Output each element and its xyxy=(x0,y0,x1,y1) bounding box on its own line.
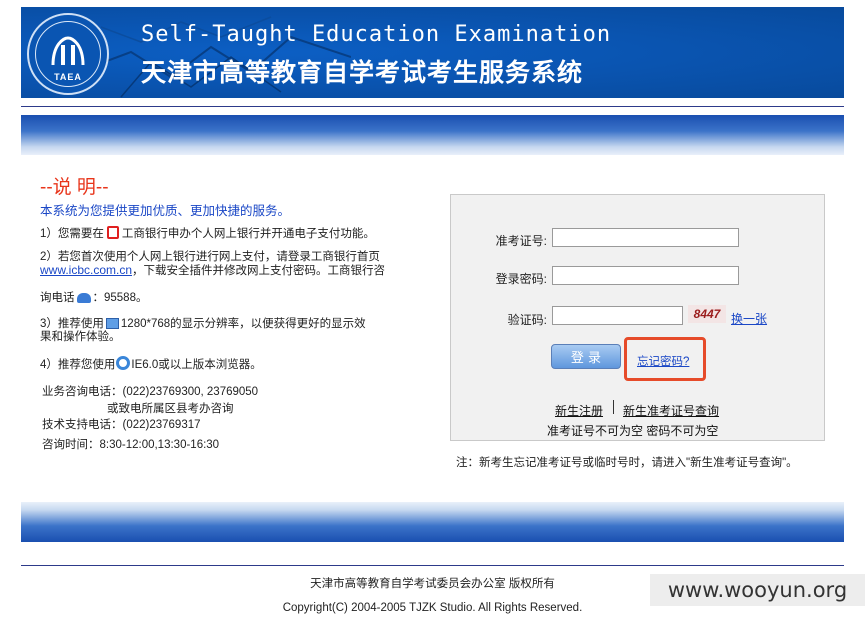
password-label: 登录密码: xyxy=(495,272,547,286)
logo-abbr: TAEA xyxy=(54,72,82,82)
site-title-en: Self-Taught Education Examination xyxy=(141,22,612,47)
refresh-captcha-link[interactable]: 换一张 xyxy=(731,310,767,327)
notice-item-4: 4）推荐您使用 IE6.0或以上版本浏览器。 xyxy=(40,356,390,372)
captcha-input[interactable] xyxy=(552,306,683,325)
login-panel: 准考证号: 登录密码: 验证码: 8447 换一张 登 录 忘记密码? 新生注册… xyxy=(450,194,825,441)
site-title-cn: 天津市高等教育自学考试考生服务系统 xyxy=(141,58,584,87)
contact-biz: 业务咨询电话：(022)23769300, 23769050 xyxy=(42,386,259,398)
monitor-icon xyxy=(105,318,119,329)
wooyun-watermark: www.wooyun.org xyxy=(650,574,865,606)
top-divider xyxy=(21,106,844,107)
captcha-image[interactable]: 8447 xyxy=(688,305,726,323)
bottom-divider xyxy=(21,565,844,566)
exam-id-label: 准考证号: xyxy=(495,234,547,248)
forgot-password-link[interactable]: 忘记密码? xyxy=(637,353,689,369)
password-input[interactable] xyxy=(552,266,739,285)
phone-icon xyxy=(76,293,91,303)
top-gradient-band xyxy=(21,115,844,155)
exam-id-input[interactable] xyxy=(552,228,739,247)
icbc-bank-icon xyxy=(106,226,119,239)
login-button[interactable]: 登 录 xyxy=(551,344,621,369)
header-banner: TAEA Self-Taught Education Examination 天… xyxy=(21,7,844,98)
bottom-gradient-band xyxy=(21,502,844,542)
logo-mark-icon xyxy=(51,36,85,66)
forgot-password-highlight: 忘记密码? xyxy=(624,337,706,381)
forgot-id-tip: 注：新考生忘记准考证号或临时号时，请进入"新生准考证号查询"。 xyxy=(456,457,798,469)
contact-hours: 咨询时间：8:30-12:00,13:30-16:30 xyxy=(42,439,220,451)
ie-browser-icon xyxy=(116,356,131,370)
contact-tech: 技术支持电话：(022)23769317 xyxy=(42,419,201,431)
validation-warning: 准考证号不可为空 密码不可为空 xyxy=(547,424,719,438)
taea-logo: TAEA xyxy=(27,13,109,95)
notice-item-1: 1）您需要在 工商银行申办个人网上银行并开通电子支付功能。 xyxy=(40,226,375,240)
icbc-website-link[interactable]: www.icbc.com.cn xyxy=(40,263,132,277)
notice-title: --说 明-- xyxy=(40,177,109,198)
new-student-register-link[interactable]: 新生注册 xyxy=(555,402,603,419)
notice-item-2: 2）若您首次使用个人网上银行进行网上支付，请登录工商银行首页www.icbc.c… xyxy=(40,251,386,277)
notice-item-2-phone: 询电话 ：95588。 xyxy=(40,292,148,304)
new-exam-id-lookup-link[interactable]: 新生准考证号查询 xyxy=(623,402,719,419)
notice-subtitle: 本系统为您提供更加优质、更加快捷的服务。 xyxy=(40,204,291,218)
captcha-label: 验证码: xyxy=(507,313,547,327)
link-divider xyxy=(613,400,614,414)
notice-item-3: 3）推荐使用 1280*768的显示分辨率，以便获得更好的显示效果和操作体验。 xyxy=(40,318,366,343)
contact-biz-extra: 或致电所属区县考办咨询 xyxy=(107,403,234,415)
